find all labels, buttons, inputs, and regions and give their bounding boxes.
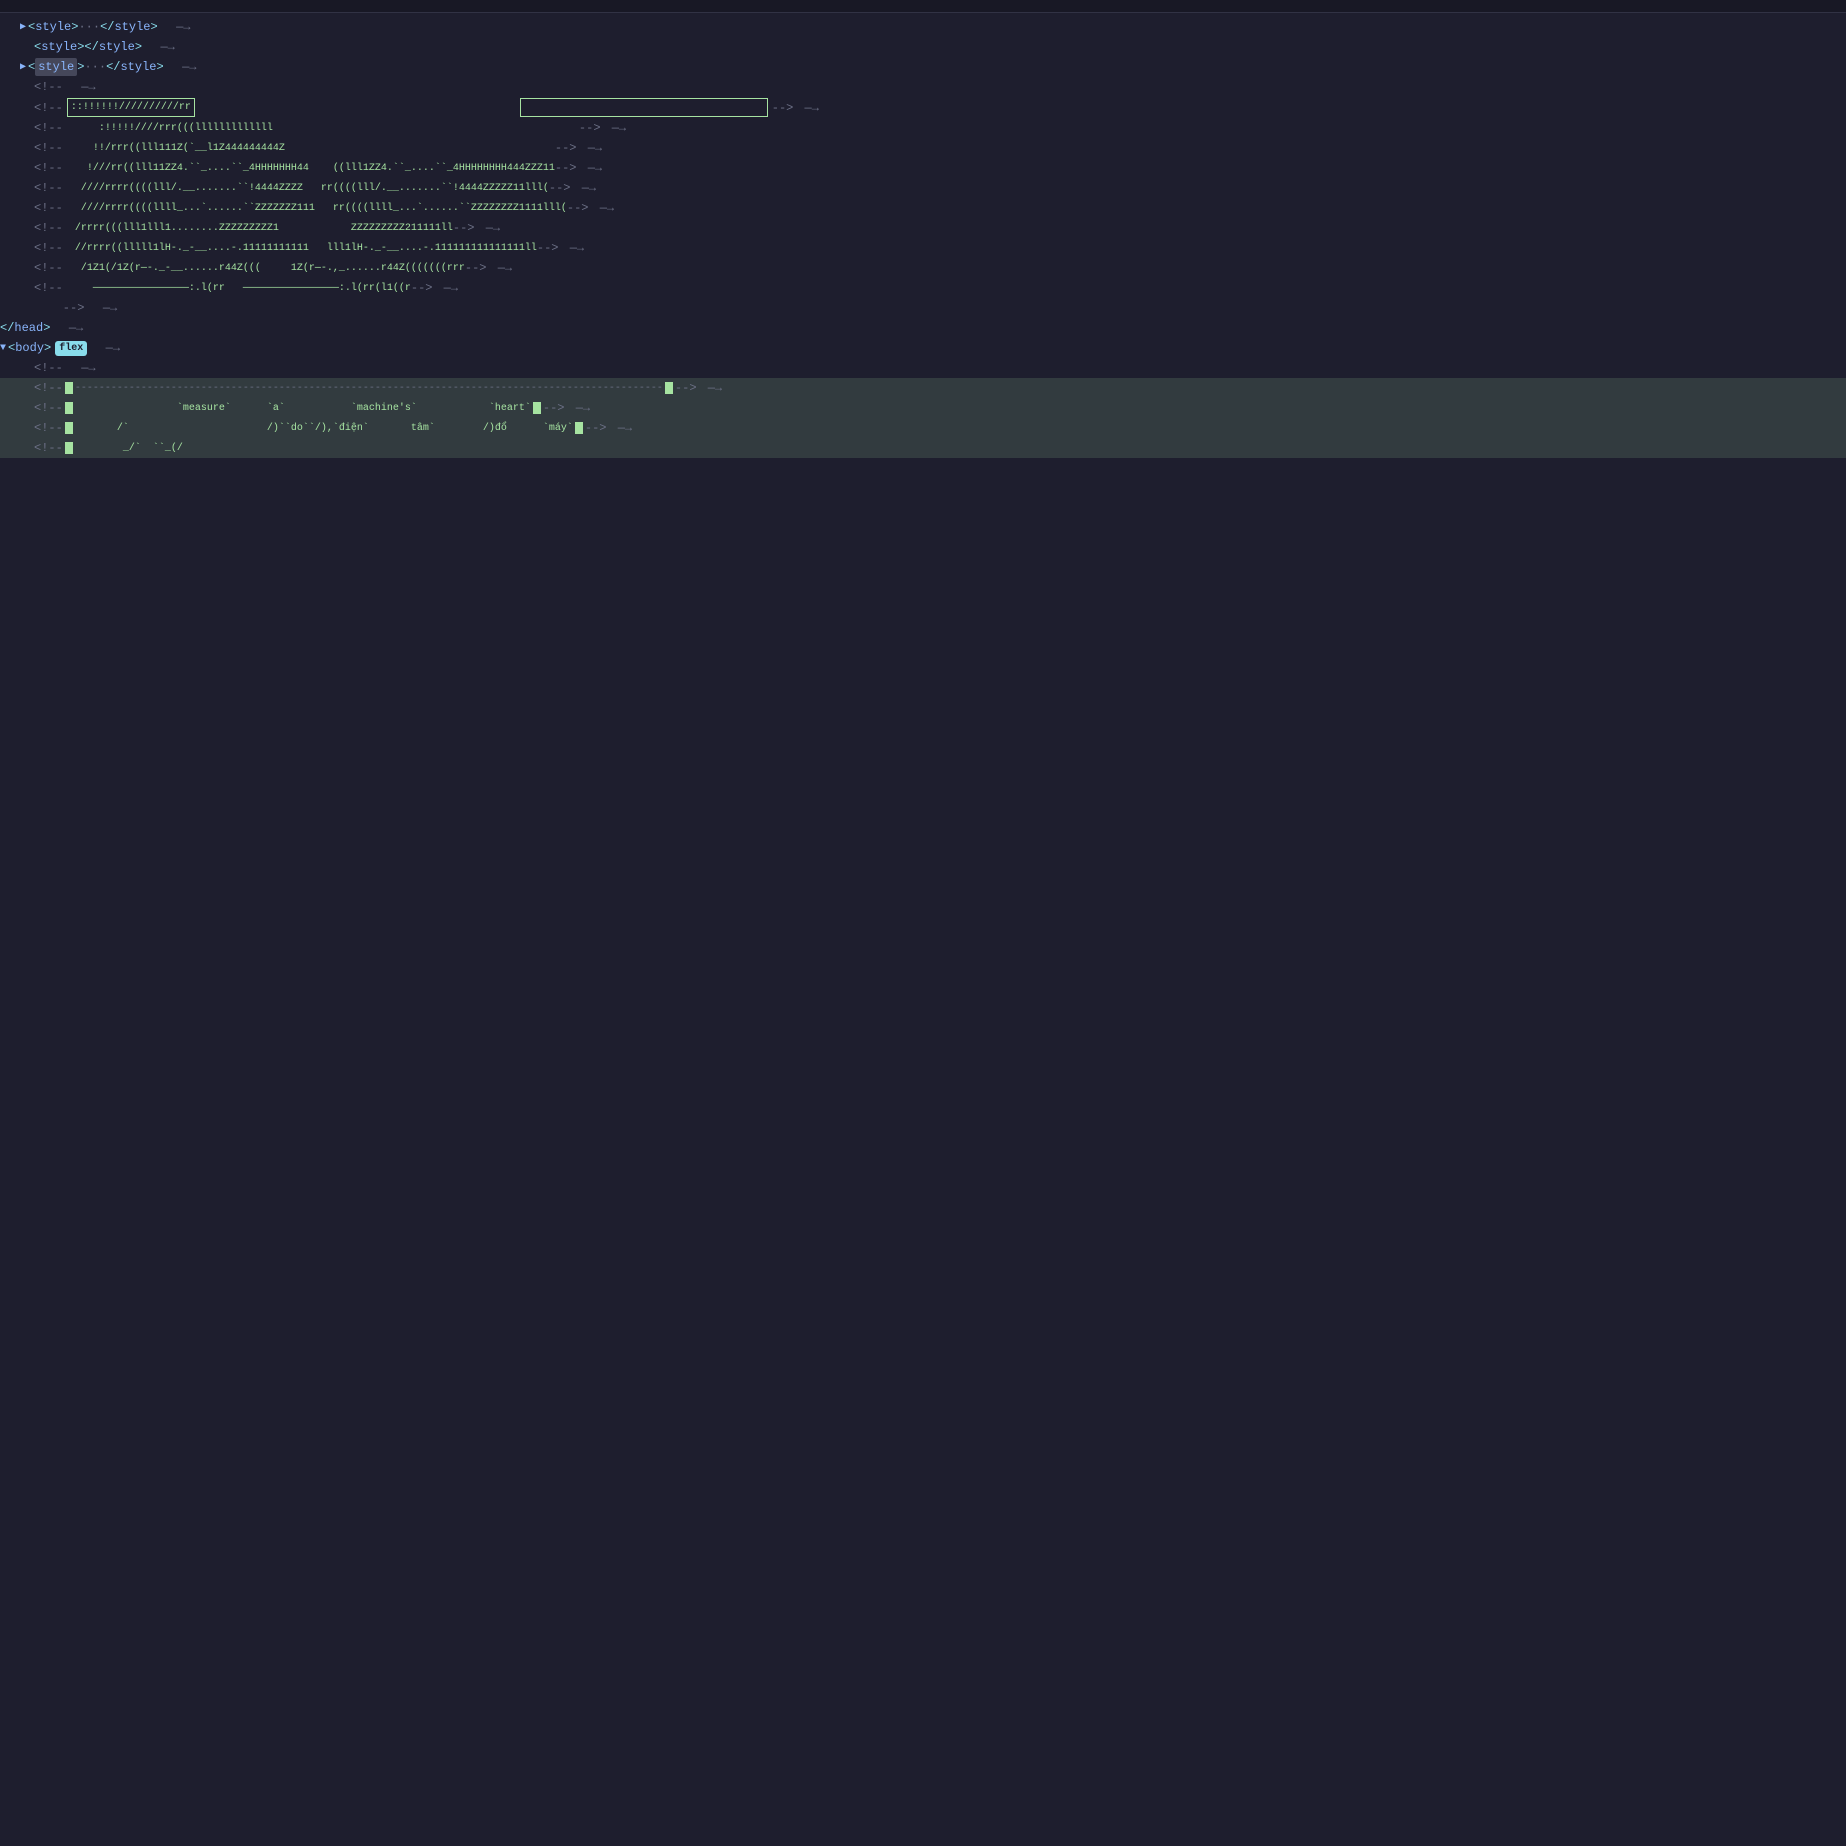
line-ascii-2[interactable]: <!-- :!!!!!////rrr(((lllllllllllll --> —… [0,118,1846,138]
line-style-3[interactable]: ▶ <style> ··· </style> —→ [0,57,1846,77]
line-ascii-10[interactable]: <!-- ————————————————:.l(rr ————————————… [0,278,1846,298]
line-style-1[interactable]: ▶ <style> ··· </style> —→ [0,17,1846,37]
line-comment-open[interactable]: <!-- —→ [0,77,1846,97]
line-measure-3[interactable]: <!-- /` /)``do``/),`điện` tâm` /)đổ `máy… [0,418,1846,438]
line-comment-close-1[interactable]: --> —→ [0,298,1846,318]
line-measure-1[interactable]: <!-- -----------------------------------… [0,378,1846,398]
line-style-2[interactable]: <style></style> —→ [0,37,1846,57]
line-ascii-9[interactable]: <!-- /1Z1(/1Z(r—-._-__......r44Z((( 1Z(r… [0,258,1846,278]
line-ascii-4[interactable]: <!-- !///rr((lll11ZZ4.``_....``_4HHHHHHH… [0,158,1846,178]
line-ascii-1[interactable]: <!-- ::!!!!!!//////////rr --> —→ [0,97,1846,118]
line-ascii-5[interactable]: <!-- ////rrrr((((lll/.__.......``!4444ZZ… [0,178,1846,198]
line-measure-4[interactable]: <!-- _/` ``_(/ [0,438,1846,458]
line-ascii-8[interactable]: <!-- //rrrr((lllll1lH-._-__....-.1111111… [0,238,1846,258]
line-ascii-7[interactable]: <!-- /rrrr(((lll1lll1........ZZZZZZZZZ1 … [0,218,1846,238]
title-bar [0,0,1846,13]
line-body-open[interactable]: ▼ <body> flex —→ [0,338,1846,358]
line-head-close[interactable]: </head> —→ [0,318,1846,338]
line-ascii-6[interactable]: <!-- ////rrrr((((llll_...`......``ZZZZZZ… [0,198,1846,218]
elements-panel[interactable]: ▶ <style> ··· </style> —→ <style></style… [0,13,1846,1793]
line-measure-2[interactable]: <!-- `measure` `a` `machine's` `heart` -… [0,398,1846,418]
line-body-comment1[interactable]: <!-- —→ [0,358,1846,378]
line-ascii-3[interactable]: <!-- !!/rrr((lll111Z(`__l1Z444444444Z --… [0,138,1846,158]
